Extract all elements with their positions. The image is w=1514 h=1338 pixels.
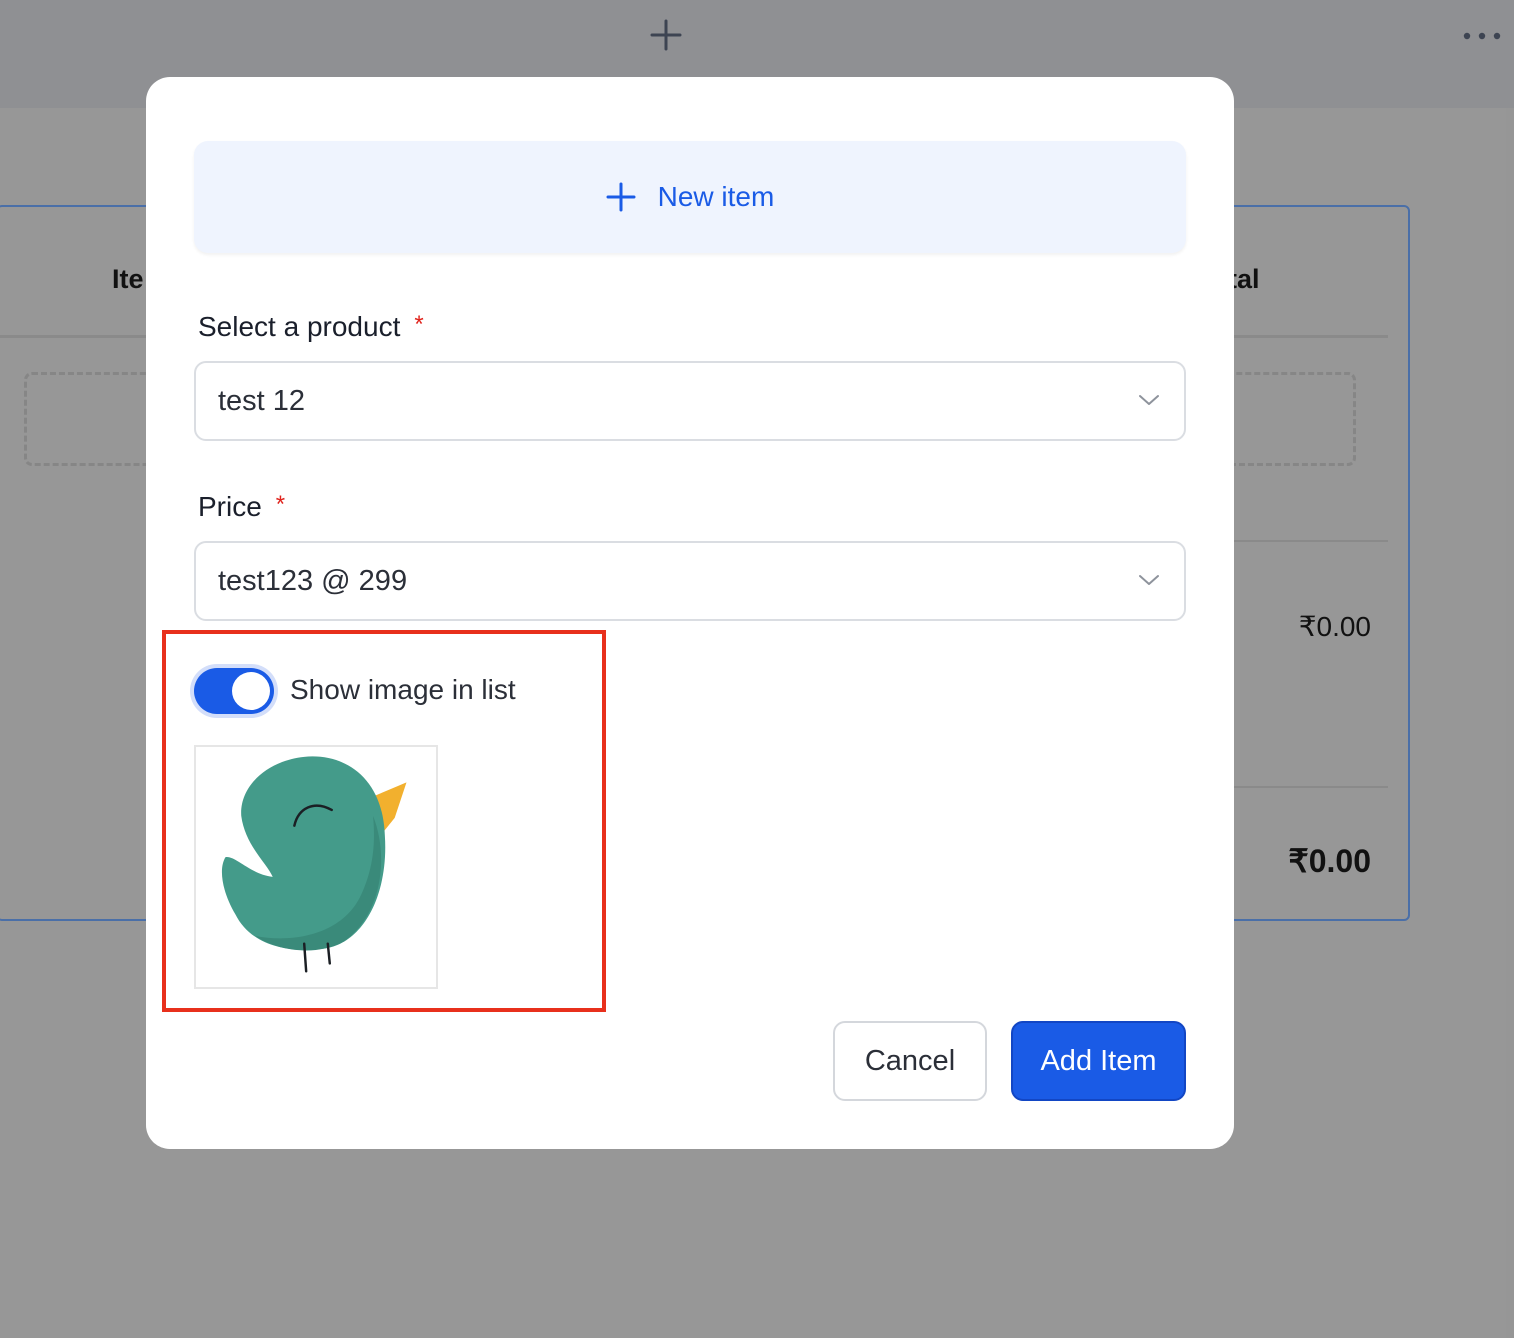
price-select-value: test123 @ 299 [218, 564, 408, 597]
add-item-button[interactable]: Add Item [1011, 1021, 1186, 1101]
required-mark: * [275, 491, 286, 518]
row-divider [1230, 540, 1388, 542]
new-item-button[interactable]: New item [194, 141, 1186, 253]
bird-image [221, 756, 407, 973]
product-image-preview [194, 745, 438, 989]
total-amount: ₹0.00 [1288, 843, 1371, 879]
row-divider [1230, 786, 1388, 788]
table-header-item: Ite [112, 264, 144, 294]
product-field-label: Select a product * [198, 311, 424, 342]
show-image-toggle[interactable] [194, 668, 274, 714]
toggle-knob [232, 672, 270, 710]
more-dots-icon[interactable] [1462, 26, 1502, 46]
chevron-down-icon [1139, 395, 1159, 405]
price-select[interactable]: test123 @ 299 [194, 541, 1186, 621]
show-image-label: Show image in list [290, 674, 516, 705]
product-select[interactable]: test 12 [194, 361, 1186, 441]
new-item-label: New item [657, 181, 775, 212]
add-item-modal: New item Select a product * test 12 Price… [146, 77, 1234, 1149]
price-field-label: Price * [198, 491, 286, 522]
product-select-value: test 12 [218, 384, 306, 417]
required-mark: * [414, 311, 424, 338]
cancel-button[interactable]: Cancel [833, 1021, 987, 1101]
chevron-down-icon [1139, 575, 1159, 585]
plus-icon [606, 182, 636, 212]
row-amount: ₹0.00 [1298, 611, 1371, 642]
add-plus-icon[interactable] [649, 18, 683, 52]
